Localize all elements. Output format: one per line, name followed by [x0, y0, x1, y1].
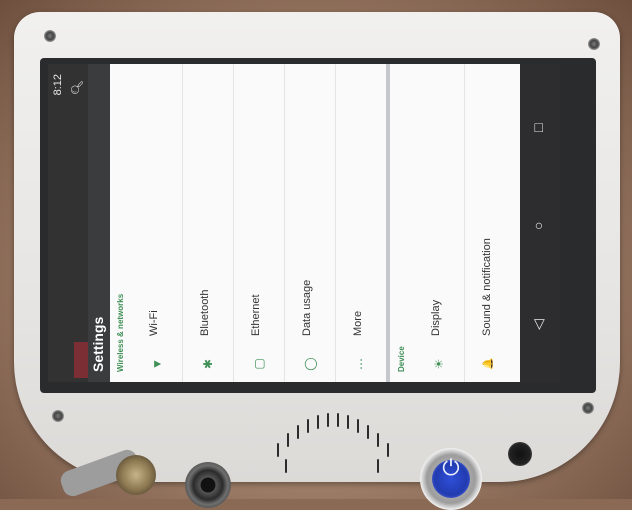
power-button[interactable]: ⏻︎ [420, 448, 482, 510]
ethernet-icon: ▢ [252, 358, 266, 370]
screw-icon [44, 30, 56, 42]
screw-icon [52, 410, 64, 422]
recents-icon[interactable]: □ [530, 124, 546, 132]
settings-item-data-usage[interactable]: ◯ Data usage [285, 64, 336, 382]
settings-item-label: Display [430, 299, 442, 336]
settings-item-wifi[interactable]: ▼ Wi-Fi [132, 64, 183, 382]
more-icon: ⋯ [354, 358, 368, 370]
back-icon[interactable]: ◁ [530, 319, 547, 330]
wifi-icon: ▼ [150, 358, 164, 370]
screw-icon [582, 402, 594, 414]
settings-item-sound-notification[interactable]: 🔔 Sound & notification [465, 64, 516, 382]
bluetooth-icon: ✱ [201, 358, 215, 370]
home-icon[interactable]: ○ [530, 222, 546, 230]
search-icon[interactable]: 🔍︎ [70, 80, 84, 95]
android-settings-screen: 8:12 🔍︎ Settings Wireless & networks ▼ W… [48, 64, 560, 382]
section-header-wireless: Wireless & networks [116, 293, 125, 372]
power-jack [185, 462, 231, 508]
reset-button[interactable] [508, 442, 532, 466]
status-bar: 8:12 🔍︎ [48, 64, 108, 382]
settings-item-label: Sound & notification [481, 238, 493, 336]
section-header-device: Device [397, 346, 406, 372]
settings-item-more[interactable]: ⋯ More [336, 64, 387, 382]
screw-icon [588, 38, 600, 50]
navigation-bar: ◁ ○ □ [520, 64, 560, 382]
power-icon: ⏻︎ [442, 455, 460, 480]
touchscreen: 8:12 🔍︎ Settings Wireless & networks ▼ W… [48, 64, 560, 382]
settings-item-label: Wi-Fi [148, 310, 160, 336]
app-bar: Settings [88, 64, 110, 382]
settings-item-label: Data usage [301, 279, 313, 336]
page-title: Settings [90, 316, 106, 372]
settings-item-label: Ethernet [250, 294, 262, 336]
settings-item-display[interactable]: ☀ Display [414, 64, 465, 382]
clock: 8:12 [52, 74, 64, 96]
settings-item-label: Bluetooth [199, 289, 211, 336]
settings-item-bluetooth[interactable]: ✱ Bluetooth [183, 64, 234, 382]
speaker-grille [265, 405, 415, 475]
data-usage-icon: ◯ [303, 357, 317, 371]
settings-item-ethernet[interactable]: ▢ Ethernet [234, 64, 285, 382]
display-icon: ☀ [432, 358, 446, 370]
settings-item-label: More [352, 310, 364, 336]
antenna-connector [116, 455, 156, 495]
sound-notification-icon: 🔔 [483, 357, 494, 371]
